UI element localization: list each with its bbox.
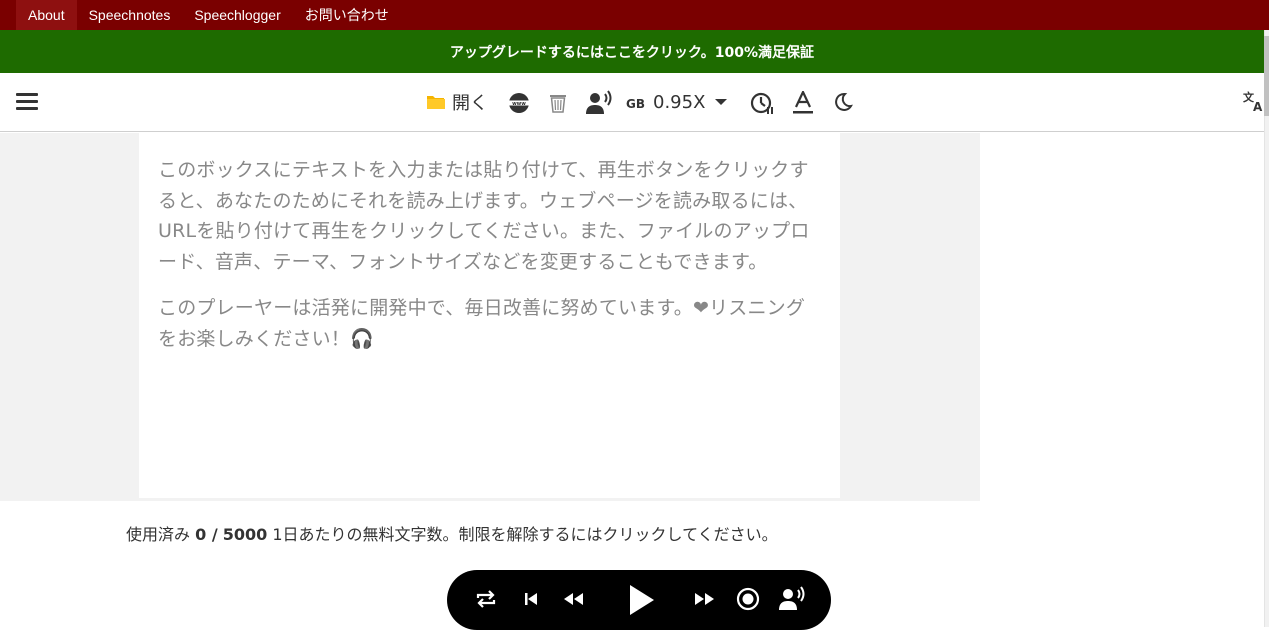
usage-suffix: 1日あたりの無料文字数。制限を解除するにはクリックしてください。 [272,525,778,544]
nav-contact[interactable]: お問い合わせ [293,0,401,30]
usage-limit: 5000 [222,525,268,544]
speed-selector[interactable]: 0.95X [653,89,705,115]
timer-icon[interactable] [749,89,775,117]
text-format-icon[interactable] [791,90,815,116]
open-label: 開く [452,93,488,114]
play-icon[interactable] [625,583,657,617]
nav-speechlogger[interactable]: Speechlogger [182,0,292,30]
voice-icon[interactable] [584,89,614,117]
page-scrollbar[interactable] [1264,30,1269,627]
text-editor[interactable]: このボックスにテキストを入力または貼り付けて、再生ボタンをクリックすると、あなた… [139,133,840,498]
chevron-down-icon[interactable] [712,95,730,109]
player-voice-icon[interactable] [777,585,807,613]
fast-forward-icon[interactable] [691,589,717,609]
svg-text:www: www [512,101,526,107]
rewind-icon[interactable] [561,589,587,609]
editor-placeholder-paragraph-2: このプレーヤーは活発に開発中で、毎日改善に努めています。❤リスニングをお楽しみく… [158,297,806,350]
nav-speechnotes[interactable]: Speechnotes [77,0,183,30]
usage-notice[interactable]: 使用済み 0 / 5000 1日あたりの無料文字数。制限を解除するにはクリックし… [126,521,778,545]
language-code[interactable]: GB [626,94,645,114]
audio-player [447,570,831,630]
svg-text:A: A [1253,100,1263,113]
open-file-button[interactable]: 開く [426,88,488,116]
usage-prefix: 使用済み [126,525,191,544]
web-icon[interactable]: www [506,90,532,116]
menu-icon[interactable] [14,91,42,113]
upgrade-banner[interactable]: アップグレードするにはここをクリック。100%満足保証 [0,30,1264,73]
top-nav: About Speechnotes Speechlogger お問い合わせ [0,0,1269,30]
folder-icon [427,96,445,109]
toolbar: 開く www GB 0.95X 文 A [0,73,1264,132]
translate-icon[interactable]: 文 A [1241,88,1267,114]
dark-mode-icon[interactable] [831,90,855,114]
nav-about[interactable]: About [16,0,77,30]
repeat-icon[interactable] [473,586,499,612]
speed-value: 0.95X [653,91,706,113]
editor-placeholder-paragraph-1: このボックスにテキストを入力または貼り付けて、再生ボタンをクリックすると、あなた… [158,159,810,273]
skip-previous-icon[interactable] [521,589,541,609]
gb-label: GB [626,97,645,111]
trash-icon[interactable] [547,90,569,116]
record-icon[interactable] [735,586,761,612]
usage-used: 0 / [195,525,218,544]
